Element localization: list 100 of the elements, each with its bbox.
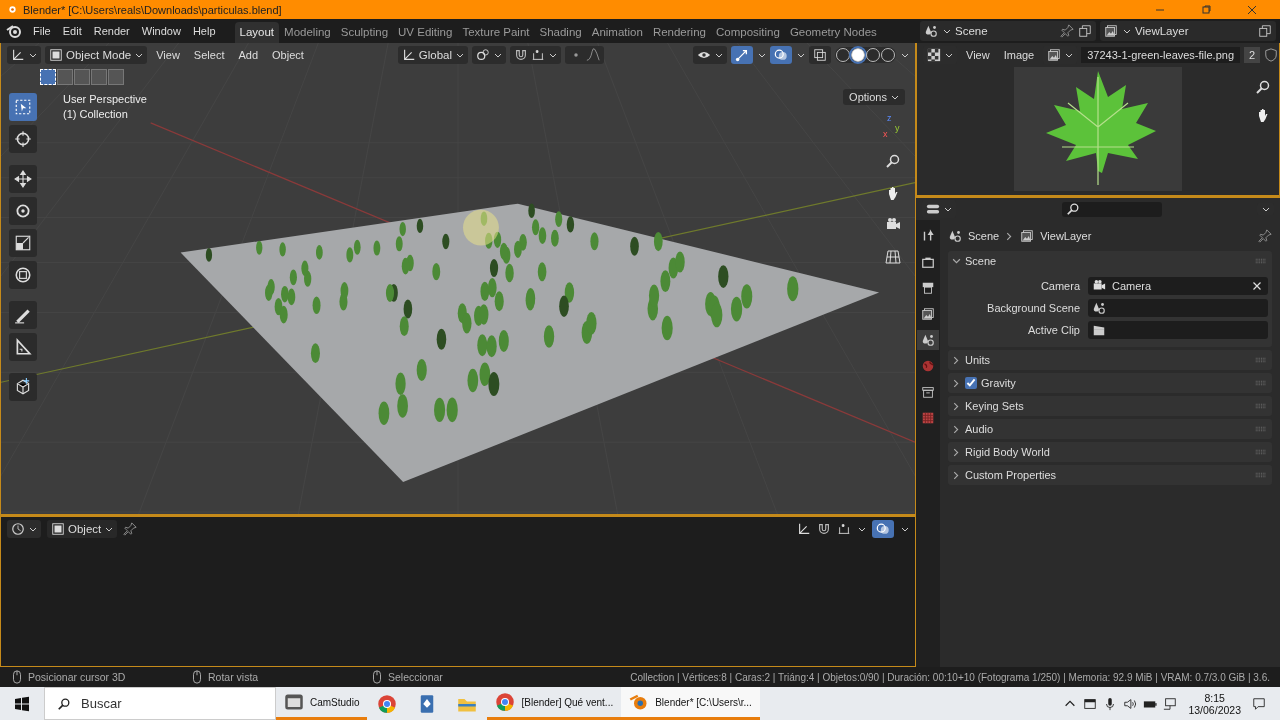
transform-axes-icon: [797, 522, 811, 536]
speaker-icon[interactable]: [1123, 696, 1138, 711]
copy-icon: [1078, 24, 1092, 38]
3d-viewport[interactable]: Object Mode View Select Add Object Global User Perspective (1) Collection Options z y x: [0, 43, 916, 515]
visibility-button[interactable]: [693, 46, 727, 64]
mouse-highlight-icon: [463, 209, 499, 246]
search-icon: [57, 696, 71, 711]
workspace-tab[interactable]: Animation: [586, 22, 648, 43]
menu-item[interactable]: Help: [187, 22, 221, 40]
select-icon: [14, 98, 32, 116]
workspace-tab[interactable]: Compositing: [710, 22, 785, 43]
tool-button[interactable]: [9, 165, 37, 193]
copy-icon: [1258, 24, 1272, 38]
snap-button[interactable]: [510, 46, 562, 64]
value-field[interactable]: Camera: [1088, 277, 1268, 295]
app-logo-icon[interactable]: [6, 23, 22, 39]
workspace-tab[interactable]: Layout: [234, 22, 280, 43]
menu-item[interactable]: Window: [136, 22, 186, 40]
overlay-button[interactable]: [872, 520, 894, 538]
panel-title[interactable]: Audio: [965, 423, 994, 435]
notification-icon[interactable]: [1252, 696, 1266, 711]
menu-item[interactable]: Add: [233, 46, 263, 64]
taskbar-clock[interactable]: 8:15 13/06/2023: [1188, 691, 1241, 716]
tool-button[interactable]: [9, 301, 37, 329]
menu-item[interactable]: Image: [998, 46, 1040, 64]
overlay-button[interactable]: [770, 46, 792, 64]
axis-gizmo[interactable]: z y x: [881, 113, 905, 141]
add-cube-icon: [14, 378, 32, 396]
chevron-icon[interactable]: [952, 378, 961, 388]
mode-dropdown[interactable]: Object: [47, 520, 118, 538]
tool-button[interactable]: [9, 261, 37, 289]
panel-title[interactable]: Units: [965, 354, 991, 366]
orientation-dropdown[interactable]: Global: [397, 46, 469, 64]
caret-icon: [135, 51, 144, 59]
shading-button[interactable]: [851, 48, 865, 62]
mode-dropdown[interactable]: Object Mode: [45, 46, 148, 64]
tool-button[interactable]: [9, 125, 37, 153]
value-field[interactable]: [1088, 299, 1268, 317]
menu-item[interactable]: Object: [267, 46, 309, 64]
window-icon[interactable]: [1083, 696, 1098, 711]
close-icon[interactable]: [1247, 4, 1257, 15]
taskbar-search-field[interactable]: Buscar: [44, 687, 276, 720]
taskbar-app-button[interactable]: Blender* [C:\Users\r...: [621, 687, 760, 720]
xray-button[interactable]: [809, 46, 831, 64]
scene-selector[interactable]: Scene: [920, 21, 1096, 41]
orientation-label: Global: [418, 49, 453, 61]
menu-item[interactable]: Select: [188, 46, 230, 64]
chevron-icon[interactable]: [952, 256, 961, 266]
menu-item[interactable]: View: [961, 46, 995, 64]
value-field[interactable]: [1088, 321, 1268, 339]
pivot-button[interactable]: [472, 46, 507, 64]
panel-title[interactable]: Custom Properties: [965, 469, 1057, 481]
view-layer-icon: [921, 307, 935, 321]
tool-button[interactable]: [9, 197, 37, 225]
editor-type-button[interactable]: [7, 46, 41, 64]
panel-title[interactable]: Keying Sets: [965, 400, 1024, 412]
menu-item[interactable]: View: [151, 46, 185, 64]
network-icon[interactable]: [1163, 696, 1178, 711]
workspace-tab[interactable]: Modeling: [279, 22, 336, 43]
workspace-tab[interactable]: Rendering: [647, 22, 711, 43]
checkbox[interactable]: [965, 377, 977, 389]
workspace-tab[interactable]: Texture Paint: [457, 22, 535, 43]
breadcrumb-item[interactable]: ViewLayer: [1040, 230, 1092, 242]
search-field[interactable]: [1062, 201, 1162, 217]
panel-title[interactable]: Gravity: [981, 377, 1016, 389]
caret-icon: [715, 51, 723, 59]
chevron-icon[interactable]: [952, 447, 961, 457]
status-stats: Collection | Vértices:8 | Caras:2 | Triáng:4 | Objetos:0/90 | Duración: 00:10+10 (Fotograma 1/250) | Memoria: 92.9 MiB | VRAM: 0.7/3.0 GiB | 3.6.: [630, 671, 1270, 683]
view-layer-selector[interactable]: ViewLayer: [1100, 21, 1276, 41]
breadcrumb-item[interactable]: Scene: [968, 230, 1000, 242]
user-count: 2: [1244, 47, 1261, 63]
panel-title[interactable]: Scene: [965, 255, 997, 267]
chevron-icon[interactable]: [952, 424, 961, 434]
tool-button[interactable]: [9, 229, 37, 257]
measure-icon: [14, 338, 32, 356]
image-name-field[interactable]: 37243-1-green-leaves-file.png: [1081, 47, 1240, 63]
menu-item[interactable]: File: [28, 22, 56, 40]
maximize-icon[interactable]: [1201, 4, 1211, 15]
tool-button[interactable]: [9, 333, 37, 361]
properties-tab[interactable]: [917, 330, 939, 350]
menu-item[interactable]: Render: [88, 22, 135, 40]
windows-start-icon[interactable]: [14, 695, 30, 712]
chevron-icon[interactable]: [952, 470, 961, 480]
workspace-tab[interactable]: Sculpting: [335, 22, 394, 43]
options-dropdown[interactable]: Options: [843, 89, 905, 105]
workspace-tab[interactable]: UV Editing: [393, 22, 458, 43]
editor-type-button[interactable]: [7, 520, 41, 538]
chevron-icon[interactable]: [952, 401, 961, 411]
scene-name: Scene: [955, 25, 989, 37]
taskbar-app-button[interactable]: CamStudio: [276, 687, 368, 720]
workspace-tab[interactable]: Geometry Nodes: [784, 22, 882, 43]
proportional-edit-button[interactable]: [565, 46, 605, 64]
view-layer-icon: [1020, 229, 1035, 243]
image-icon: [1047, 48, 1062, 62]
tool-button[interactable]: [9, 373, 37, 401]
gizmo-button[interactable]: [731, 46, 753, 64]
panel-title[interactable]: Rigid Body World: [965, 446, 1050, 458]
menu-item[interactable]: Edit: [57, 22, 87, 40]
workspace-tab[interactable]: Shading: [534, 22, 587, 43]
chevron-icon[interactable]: [952, 355, 961, 365]
